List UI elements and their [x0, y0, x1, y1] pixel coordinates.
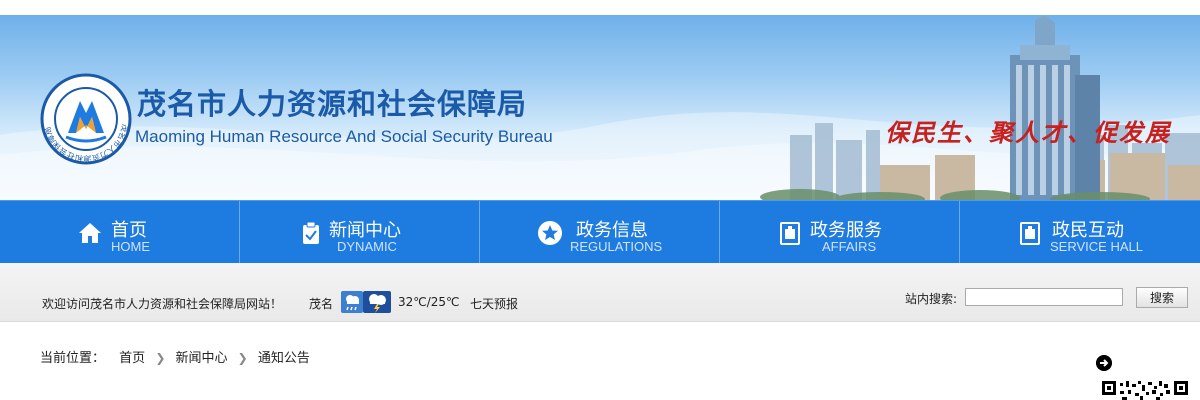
shower-icon	[341, 291, 363, 313]
search-input[interactable]	[965, 288, 1123, 306]
search-label: 站内搜索:	[905, 292, 958, 306]
clipboard-icon	[303, 221, 319, 244]
seven-day-forecast-link[interactable]: 七天预报	[470, 295, 518, 312]
arrow-right-circle-icon[interactable]	[1096, 355, 1112, 371]
temperature-text: 32℃/25℃	[398, 295, 460, 309]
bureau-emblem-logo: 茂名市人力资源和社会保障局	[40, 73, 132, 165]
nav-sublabel: DYNAMIC	[337, 239, 397, 254]
main-navigation: 首页 HOME 新闻中心 DYNAMIC 政务信息 REGULATIONS 政务…	[0, 200, 1200, 263]
top-strip	[0, 0, 1200, 15]
thunderstorm-icon	[363, 291, 391, 313]
breadcrumb-label: 当前位置：	[40, 351, 106, 366]
nav-item-news[interactable]: 新闻中心 DYNAMIC	[240, 201, 480, 263]
tower-illustration	[1010, 15, 1100, 200]
document-icon	[780, 222, 800, 245]
breadcrumb-item-home[interactable]: 首页	[119, 351, 145, 366]
nav-sublabel: SERVICE HALL	[1050, 239, 1143, 254]
info-bar: 欢迎访问茂名市人力资源和社会保障局网站！ 茂名 32℃/25℃ 七天预报 站内搜…	[0, 263, 1200, 322]
nav-item-home[interactable]: 首页 HOME	[0, 201, 240, 263]
site-title-english: Maoming Human Resource And Social Securi…	[135, 127, 553, 146]
nav-sublabel: HOME	[111, 239, 150, 254]
breadcrumb-item-notices[interactable]: 通知公告	[258, 351, 310, 366]
site-title-chinese: 茂名市人力资源和社会保障局	[137, 87, 528, 121]
weather-city: 茂名	[309, 297, 334, 311]
nav-item-services[interactable]: 政务服务 AFFAIRS	[720, 201, 960, 263]
welcome-text: 欢迎访问茂名市人力资源和社会保障局网站！	[42, 297, 283, 311]
nav-sublabel: REGULATIONS	[570, 239, 663, 254]
home-icon	[79, 223, 101, 243]
document-icon	[1020, 222, 1040, 245]
breadcrumb: 当前位置： 首页 ❯ 新闻中心 ❯ 通知公告	[40, 347, 310, 366]
qr-code-icon	[1102, 381, 1188, 400]
star-icon	[538, 221, 562, 245]
chevron-right-icon: ❯	[155, 351, 166, 365]
nav-item-interaction[interactable]: 政民互动 SERVICE HALL	[960, 201, 1200, 263]
nav-item-government-info[interactable]: 政务信息 REGULATIONS	[480, 201, 720, 263]
slogan-text: 保民生、聚人才、促发展	[885, 118, 1171, 147]
breadcrumb-item-news[interactable]: 新闻中心	[176, 351, 228, 366]
header-banner: 茂名市人力资源和社会保障局 茂名市人力资源和社会保障局 Maoming Huma…	[0, 15, 1200, 200]
search-button[interactable]: 搜索	[1136, 287, 1188, 308]
chevron-right-icon: ❯	[237, 351, 248, 365]
nav-sublabel: AFFAIRS	[822, 239, 877, 254]
